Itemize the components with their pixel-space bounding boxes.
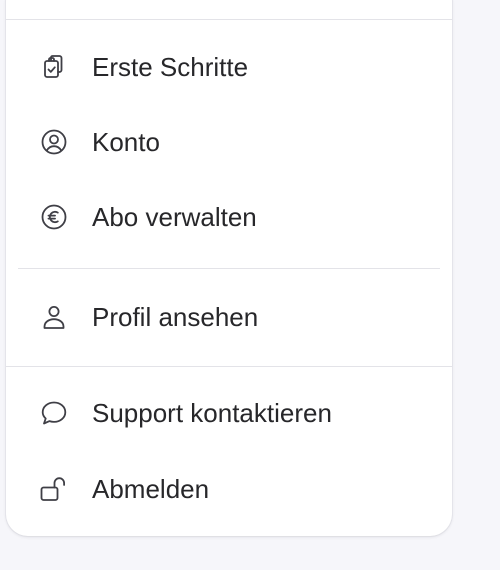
menu-item-profil-ansehen[interactable]: Profil ansehen (6, 289, 452, 345)
menu-item-konto[interactable]: Konto (6, 114, 452, 170)
chat-bubble-icon (40, 399, 68, 427)
user-circle-icon (40, 128, 68, 156)
menu-item-abo-verwalten[interactable]: Abo verwalten (6, 189, 452, 245)
menu-item-label: Erste Schritte (92, 52, 249, 82)
menu-item-label: Abmelden (92, 474, 210, 504)
menu-item-label: Support kontaktieren (92, 398, 332, 428)
menu-item-label: Konto (92, 127, 160, 157)
menu-item-abmelden[interactable]: Abmelden (6, 461, 452, 517)
menu-item-label: Profil ansehen (92, 302, 259, 332)
menu-separator (18, 268, 440, 269)
menu-item-erste-schritte[interactable]: Erste Schritte (6, 39, 452, 95)
menu-item-support-kontaktieren[interactable]: Support kontaktieren (6, 385, 452, 441)
euro-circle-icon (40, 203, 68, 231)
user-icon (40, 303, 68, 331)
unlock-icon (40, 475, 68, 503)
clipboard-check-icon (40, 53, 68, 81)
menu-separator (6, 366, 452, 367)
menu-item-label: Abo verwalten (92, 202, 257, 232)
account-dropdown-menu: Erste Schritte Konto Abo verwalten Profi… (6, 0, 452, 536)
menu-separator (6, 19, 452, 20)
